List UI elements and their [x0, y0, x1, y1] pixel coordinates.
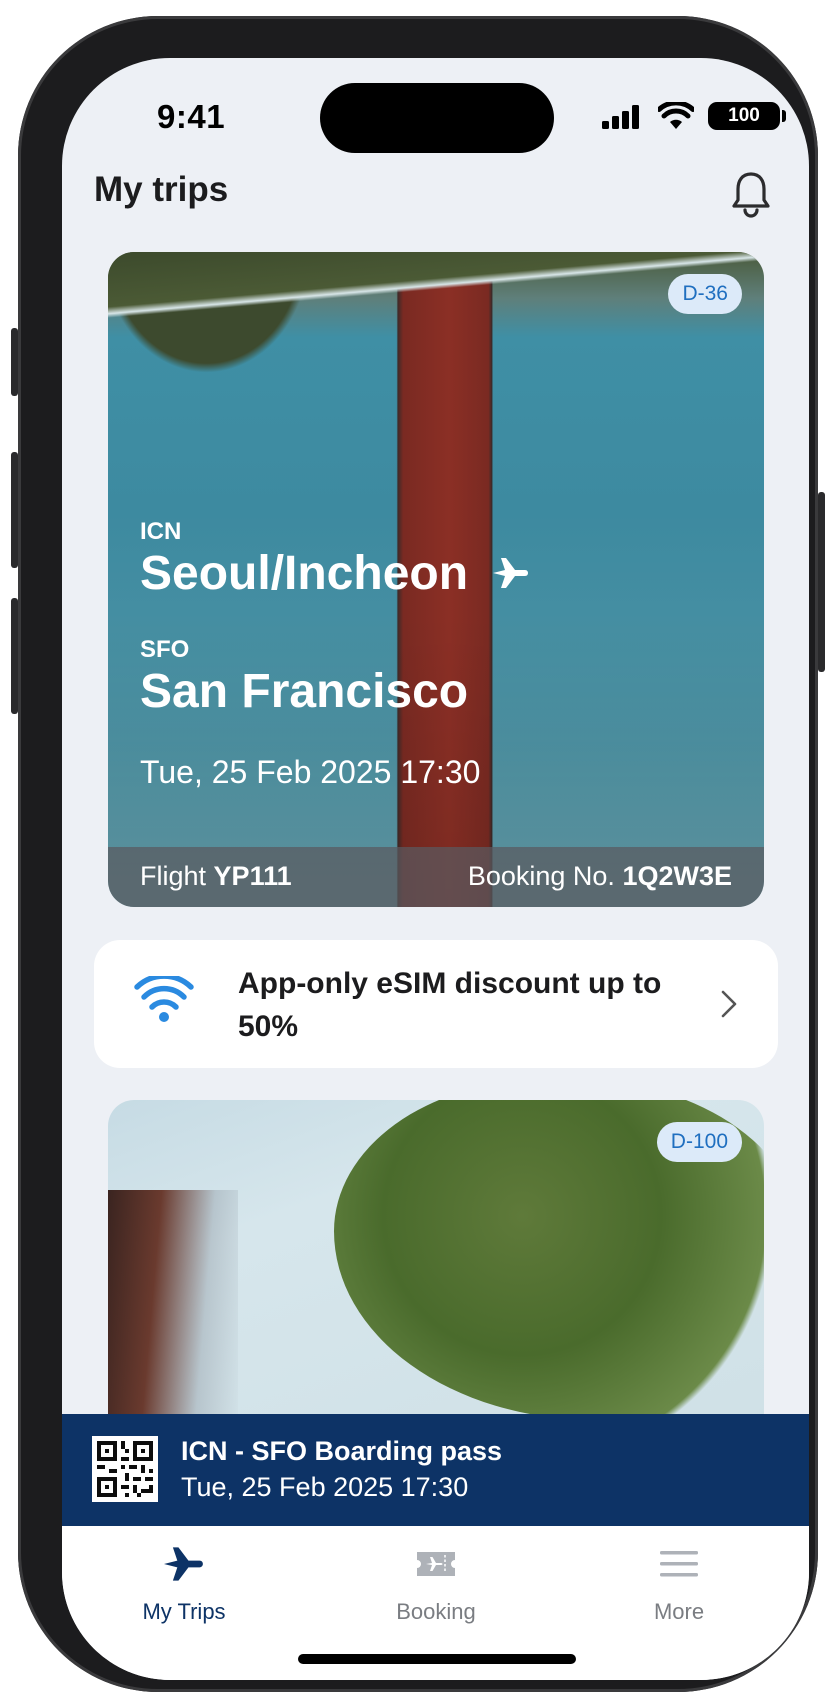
qr-code-icon	[92, 1436, 158, 1502]
promo-text: App-only eSIM discount up to 50%	[238, 967, 662, 1043]
battery-level: 100	[728, 105, 760, 126]
wifi-icon	[134, 976, 194, 1022]
notification-bell-icon[interactable]	[730, 170, 772, 218]
tab-my-trips[interactable]: My Trips	[84, 1544, 284, 1625]
boarding-pass-title: ICN - SFO Boarding pass	[181, 1436, 503, 1466]
battery-tip	[782, 110, 786, 122]
origin-city-row: Seoul/Incheon	[140, 546, 531, 601]
departure-datetime: Tue, 25 Feb 2025 17:30	[140, 754, 481, 790]
signal-icon	[602, 105, 639, 129]
origin-city: Seoul/Incheon	[140, 547, 469, 600]
origin-code: ICN	[140, 518, 182, 545]
status-time: 9:41	[157, 98, 226, 135]
booking-label: Booking No.	[467, 861, 615, 891]
phone-frame: 9:41 100 My trips D-36 ICN Seoul/Incheon…	[11, 16, 825, 1692]
battery-icon: 100	[708, 102, 780, 130]
airplane-icon	[164, 1547, 203, 1581]
boarding-pass-bar[interactable]: ICN - SFO Boarding pass Tue, 25 Feb 2025…	[62, 1414, 809, 1526]
booking-info: Booking No. 1Q2W3E	[468, 861, 732, 892]
dynamic-island	[320, 83, 554, 153]
volume-down-button	[11, 598, 18, 714]
volume-up-button	[11, 452, 18, 568]
flight-number: YP111	[213, 861, 292, 891]
airplane-icon	[493, 558, 529, 588]
flight-info: Flight YP111	[140, 861, 292, 892]
screen: 9:41 100 My trips D-36 ICN Seoul/Incheon…	[62, 58, 809, 1680]
trip-card[interactable]: D-36 ICN Seoul/Incheon SFO San Francisco…	[108, 252, 764, 907]
mute-switch	[11, 328, 18, 396]
booking-number: 1Q2W3E	[622, 861, 732, 891]
power-button	[818, 492, 825, 672]
page-title: My trips	[94, 170, 229, 209]
boarding-pass-datetime: Tue, 25 Feb 2025 17:30	[181, 1472, 469, 1502]
chevron-right-icon	[721, 990, 737, 1018]
card-footer: Flight YP111 Booking No. 1Q2W3E	[108, 847, 764, 907]
dday-badge: D-36	[668, 274, 742, 314]
wifi-status-icon	[658, 102, 694, 129]
dday-badge: D-100	[656, 1122, 742, 1162]
trip-card[interactable]: D-100	[108, 1100, 764, 1460]
destination-code: SFO	[140, 636, 190, 663]
ticket-icon	[417, 1552, 455, 1576]
tab-more[interactable]: More	[579, 1544, 779, 1625]
tab-label: More	[653, 1599, 705, 1624]
esim-promo-banner[interactable]: App-only eSIM discount up to 50%	[94, 940, 778, 1068]
tab-booking[interactable]: Booking	[336, 1544, 536, 1625]
tab-label: My Trips	[142, 1599, 226, 1624]
tab-label: Booking	[396, 1599, 476, 1624]
status-bar: 9:41 100	[62, 58, 809, 178]
card-image-coast	[108, 252, 764, 332]
flight-label: Flight	[140, 861, 207, 891]
home-indicator[interactable]	[298, 1654, 576, 1664]
destination-city: San Francisco	[140, 665, 469, 718]
menu-icon	[660, 1551, 698, 1577]
